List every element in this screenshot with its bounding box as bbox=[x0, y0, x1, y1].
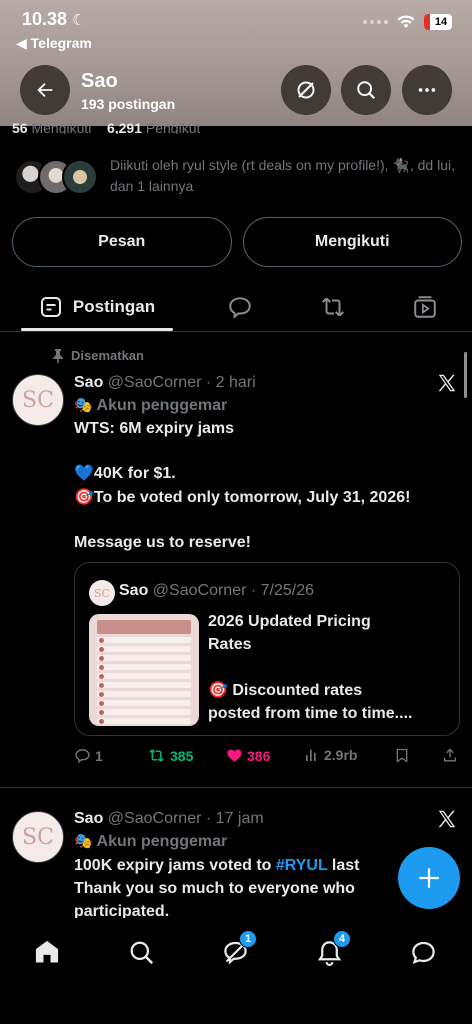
bookmark-icon bbox=[396, 748, 408, 763]
grok-badge: 1 bbox=[239, 930, 257, 948]
bookmark-action[interactable] bbox=[394, 747, 410, 764]
more-button[interactable] bbox=[402, 65, 452, 115]
back-to-telegram[interactable]: ◀ Telegram bbox=[16, 35, 92, 52]
quote-title-line2: Rates bbox=[208, 636, 252, 653]
quote-tweet[interactable]: SC Sao @SaoCorner · 7/25/26 2026 Updated… bbox=[74, 562, 460, 736]
bottom-nav: 1 4 bbox=[0, 918, 472, 1024]
nav-home[interactable] bbox=[27, 932, 67, 972]
like-action[interactable]: 386 bbox=[226, 747, 270, 764]
tab-replies[interactable] bbox=[220, 282, 260, 332]
message-button[interactable]: Pesan bbox=[12, 217, 232, 267]
header-title: Sao bbox=[81, 70, 118, 92]
tab-posts[interactable]: Postingan bbox=[21, 282, 173, 332]
home-icon bbox=[35, 940, 59, 963]
tweet2-time: · 17 jam bbox=[205, 810, 264, 827]
views-action[interactable]: 2.9rb bbox=[304, 747, 357, 763]
wifi-icon bbox=[397, 15, 415, 28]
followers-count[interactable]: 6,291 bbox=[107, 120, 142, 134]
battery-icon: 14 bbox=[424, 14, 452, 30]
status-time: 10.38 ☾ bbox=[22, 9, 86, 29]
nav-grok[interactable]: 1 bbox=[215, 930, 257, 972]
reply-action[interactable]: 1 bbox=[74, 747, 103, 764]
share-action[interactable] bbox=[442, 747, 458, 764]
tweet1-line1: WTS: 6M expiry jams bbox=[74, 420, 235, 437]
reply-icon bbox=[229, 297, 251, 319]
tweet1-avatar[interactable]: SC bbox=[12, 374, 64, 426]
views-icon bbox=[306, 749, 316, 761]
reply-icon bbox=[75, 749, 90, 764]
tweet2-line1: 100K expiry jams voted to #RYUL last bbox=[74, 857, 360, 874]
messages-icon bbox=[411, 941, 435, 964]
tweet2-avatar[interactable]: SC bbox=[12, 811, 64, 863]
tweet2-line2: Thank you so much to everyone who bbox=[74, 880, 355, 897]
tweet1-line2: 💙40K for $1. bbox=[74, 465, 176, 482]
quote-avatar: SC bbox=[89, 580, 115, 606]
posts-icon bbox=[40, 297, 61, 317]
grok-icon bbox=[297, 81, 315, 99]
quote-time: · 7/25/26 bbox=[250, 582, 315, 599]
tweet1-actions: 1 385 386 2.9rb bbox=[74, 747, 464, 769]
followers-label: Pengikut bbox=[145, 120, 201, 134]
notifications-badge: 4 bbox=[333, 930, 351, 948]
pin-icon bbox=[53, 348, 63, 363]
follower-avatars bbox=[12, 159, 102, 197]
tweet1-line3: 🎯To be voted only tomorrow, July 31, 202… bbox=[74, 489, 411, 506]
quote-handle: @SaoCorner bbox=[152, 582, 247, 599]
tab-posts-label: Postingan bbox=[72, 297, 156, 316]
repost-icon bbox=[322, 297, 344, 317]
tab-media[interactable] bbox=[405, 282, 445, 332]
tab-reposts[interactable] bbox=[313, 282, 353, 332]
tab-active-indicator bbox=[21, 328, 173, 331]
nav-messages[interactable] bbox=[403, 932, 443, 972]
hashtag-link[interactable]: #RYUL bbox=[276, 857, 328, 874]
search-icon bbox=[130, 941, 153, 964]
following-button[interactable]: Mengikuti bbox=[242, 217, 462, 267]
following-label: Mengikuti bbox=[31, 120, 92, 134]
tweet2-author[interactable]: Sao bbox=[74, 810, 103, 827]
search-icon bbox=[357, 81, 376, 100]
mask-icon: 🎭 bbox=[74, 833, 93, 850]
more-icon bbox=[418, 88, 436, 92]
quote-body-line2: posted from time to time.... bbox=[208, 705, 413, 722]
status-bar: 10.38 ☾ ◀ Telegram 14 bbox=[0, 0, 472, 56]
back-button[interactable] bbox=[20, 65, 70, 115]
search-button[interactable] bbox=[341, 65, 391, 115]
share-icon bbox=[444, 748, 456, 762]
heart-icon bbox=[227, 749, 242, 762]
pinned-label: Disematkan bbox=[52, 348, 144, 363]
following-count[interactable]: 56 bbox=[12, 120, 28, 134]
mask-icon: 🎭 bbox=[74, 397, 93, 414]
scrollbar[interactable] bbox=[464, 352, 467, 398]
follow-counts: 56 Mengikuti 6,291 Pengikut bbox=[12, 120, 200, 134]
arrow-left-icon bbox=[37, 82, 53, 98]
quote-body-line1: 🎯 Discounted rates bbox=[208, 682, 363, 699]
avatar bbox=[62, 159, 98, 195]
nav-search[interactable] bbox=[121, 932, 161, 972]
quote-image[interactable] bbox=[89, 614, 199, 726]
compose-button[interactable] bbox=[398, 847, 460, 909]
media-icon bbox=[414, 296, 436, 318]
quote-title-line1: 2026 Updated Pricing bbox=[208, 613, 371, 630]
tweet2-fan-label: 🎭 Akun penggemar bbox=[74, 833, 228, 850]
plus-icon bbox=[419, 868, 439, 888]
repost-action[interactable]: 385 bbox=[147, 747, 193, 764]
signal-icon bbox=[363, 20, 388, 24]
x-logo-icon[interactable] bbox=[436, 808, 458, 830]
nav-notifications[interactable]: 4 bbox=[309, 930, 351, 972]
tweet1-handle[interactable]: @SaoCorner bbox=[108, 374, 202, 391]
followed-by-text: Diikuti oleh ryul style (rt deals on my … bbox=[110, 157, 455, 194]
x-logo-icon[interactable] bbox=[436, 372, 458, 394]
tweet1-fan-label: 🎭 Akun penggemar bbox=[74, 397, 228, 414]
repost-icon bbox=[149, 749, 164, 762]
grok-button[interactable] bbox=[281, 65, 331, 115]
quote-author: Sao bbox=[119, 582, 149, 599]
tweet2-handle[interactable]: @SaoCorner bbox=[108, 810, 202, 827]
tweet1-author[interactable]: Sao bbox=[74, 374, 103, 391]
tweet1-time: · 2 hari bbox=[205, 374, 256, 391]
header-post-count: 193 postingan bbox=[81, 96, 176, 112]
followed-by[interactable]: Diikuti oleh ryul style (rt deals on my … bbox=[12, 155, 462, 203]
tweet1-line4: Message us to reserve! bbox=[74, 534, 251, 551]
profile-tabs: Postingan bbox=[0, 282, 472, 332]
tweet-divider bbox=[0, 787, 472, 788]
